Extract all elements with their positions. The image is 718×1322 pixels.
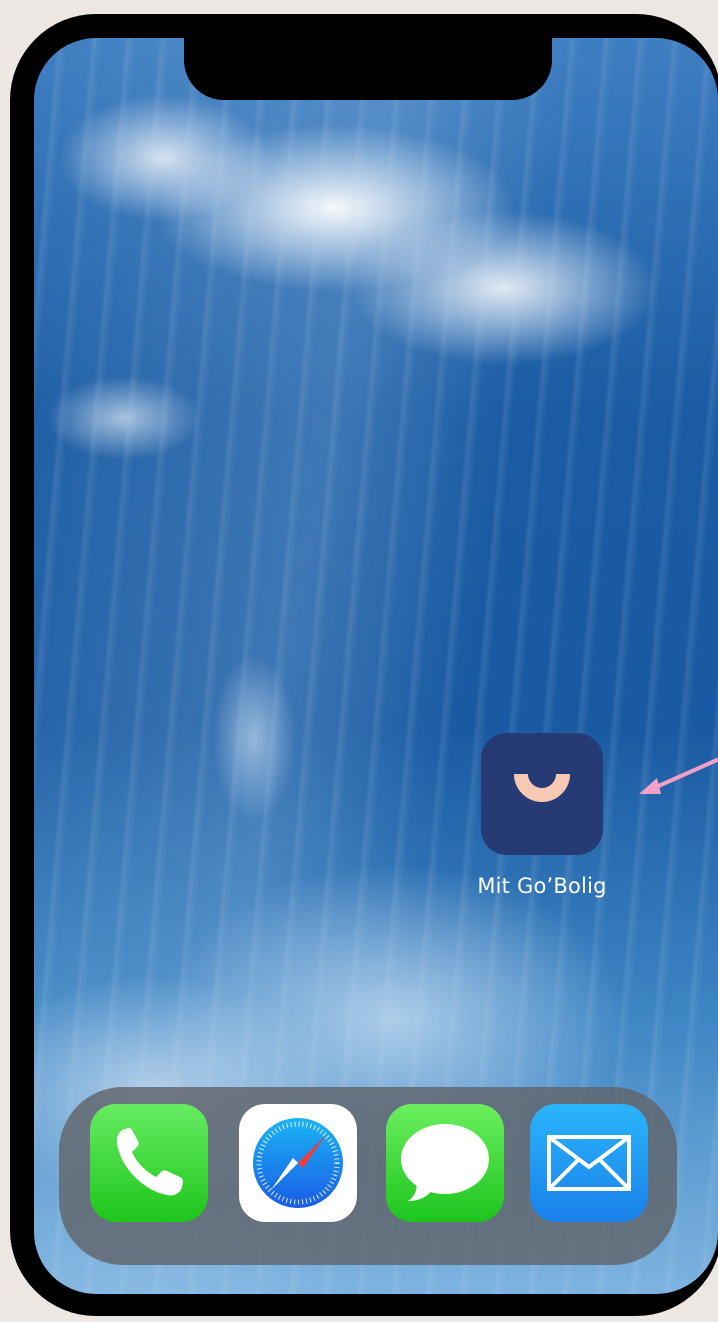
messages-app-icon[interactable] xyxy=(386,1104,504,1222)
notch xyxy=(184,36,552,100)
phone-icon xyxy=(116,1128,183,1196)
smile-icon xyxy=(514,773,570,802)
phone-app-icon[interactable] xyxy=(90,1104,208,1222)
mit-gobolig-app-icon[interactable] xyxy=(481,733,603,855)
mail-app-icon[interactable] xyxy=(530,1104,648,1222)
mail-icon xyxy=(547,1135,631,1191)
safari-icon xyxy=(253,1118,343,1208)
safari-app-icon[interactable] xyxy=(239,1104,357,1222)
arrow-icon xyxy=(639,758,718,794)
app-label: Mit Go’Bolig xyxy=(477,874,607,898)
messages-icon xyxy=(401,1124,489,1201)
